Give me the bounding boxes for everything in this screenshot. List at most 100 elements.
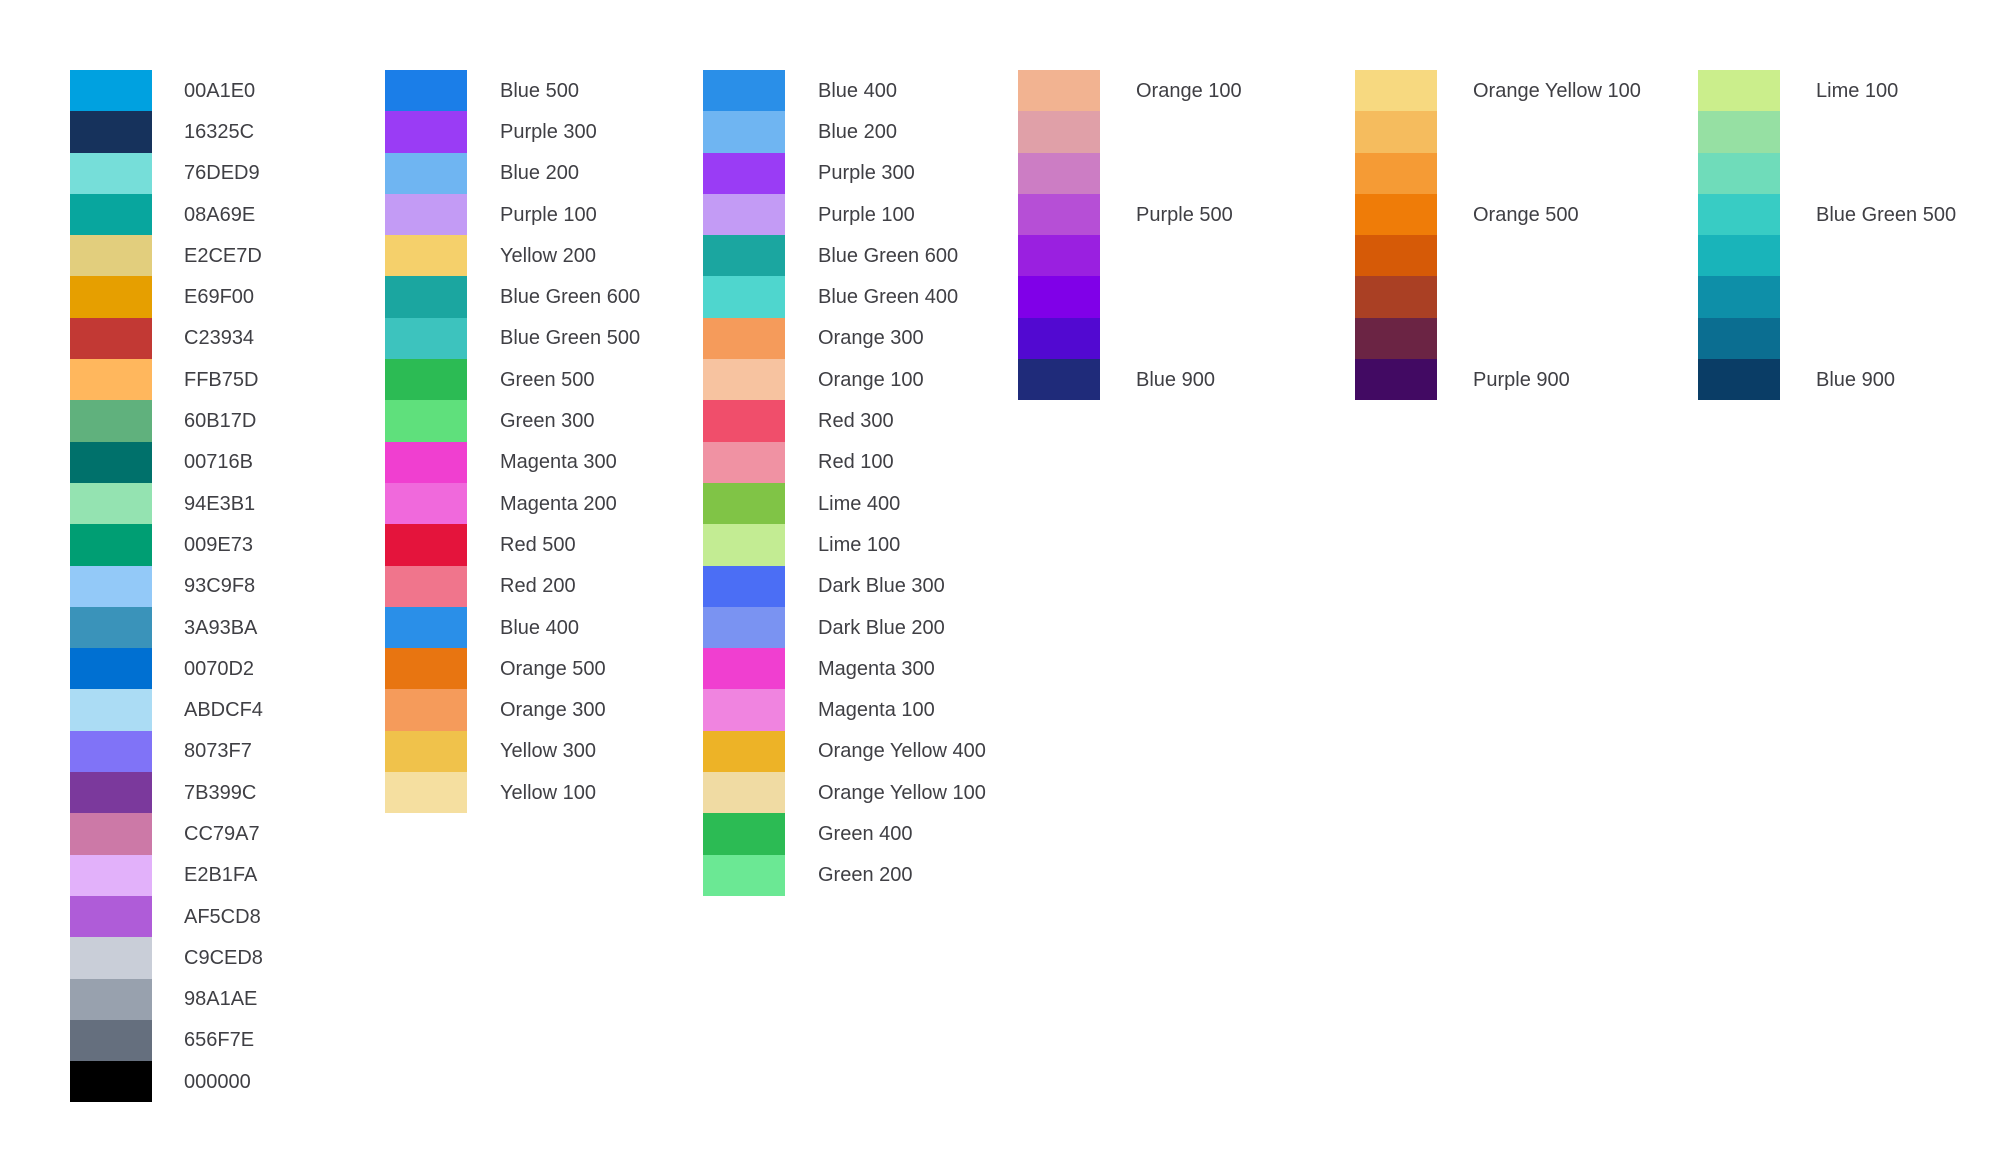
swatch-row[interactable]: Blue Green 500: [1698, 194, 1956, 235]
swatch-row[interactable]: [1018, 276, 1242, 317]
color-swatch[interactable]: [1698, 276, 1780, 317]
swatch-row[interactable]: [1018, 111, 1242, 152]
color-swatch[interactable]: [1355, 70, 1437, 111]
color-swatch[interactable]: [385, 731, 467, 772]
color-swatch[interactable]: [703, 318, 785, 359]
color-swatch[interactable]: [1355, 235, 1437, 276]
swatch-row[interactable]: Green 500: [385, 359, 640, 400]
color-swatch[interactable]: [70, 235, 152, 276]
swatch-row[interactable]: Blue 500: [385, 70, 640, 111]
color-swatch[interactable]: [1355, 359, 1437, 400]
swatch-row[interactable]: [1698, 235, 1956, 276]
swatch-row[interactable]: 16325C: [70, 111, 263, 152]
swatch-row[interactable]: Yellow 300: [385, 731, 640, 772]
swatch-row[interactable]: 8073F7: [70, 731, 263, 772]
swatch-row[interactable]: Red 300: [703, 400, 986, 441]
color-swatch[interactable]: [70, 70, 152, 111]
swatch-row[interactable]: Blue 400: [385, 607, 640, 648]
swatch-row[interactable]: Red 100: [703, 442, 986, 483]
color-swatch[interactable]: [703, 855, 785, 896]
color-swatch[interactable]: [703, 442, 785, 483]
color-swatch[interactable]: [70, 524, 152, 565]
color-swatch[interactable]: [385, 524, 467, 565]
color-swatch[interactable]: [385, 648, 467, 689]
color-swatch[interactable]: [1018, 359, 1100, 400]
color-swatch[interactable]: [703, 689, 785, 730]
color-swatch[interactable]: [385, 194, 467, 235]
swatch-row[interactable]: Red 200: [385, 566, 640, 607]
color-swatch[interactable]: [70, 111, 152, 152]
color-swatch[interactable]: [1355, 111, 1437, 152]
color-swatch[interactable]: [703, 400, 785, 441]
color-swatch[interactable]: [1698, 111, 1780, 152]
swatch-row[interactable]: [1355, 235, 1641, 276]
color-swatch[interactable]: [70, 896, 152, 937]
swatch-row[interactable]: Green 200: [703, 855, 986, 896]
color-swatch[interactable]: [1698, 235, 1780, 276]
color-swatch[interactable]: [385, 442, 467, 483]
color-swatch[interactable]: [385, 153, 467, 194]
swatch-row[interactable]: Blue 900: [1698, 359, 1956, 400]
color-swatch[interactable]: [1018, 276, 1100, 317]
color-swatch[interactable]: [70, 813, 152, 854]
color-swatch[interactable]: [703, 648, 785, 689]
color-swatch[interactable]: [385, 566, 467, 607]
swatch-row[interactable]: Purple 900: [1355, 359, 1641, 400]
color-swatch[interactable]: [70, 442, 152, 483]
color-swatch[interactable]: [1355, 318, 1437, 359]
color-swatch[interactable]: [1698, 359, 1780, 400]
swatch-row[interactable]: [1018, 153, 1242, 194]
swatch-row[interactable]: Blue 400: [703, 70, 986, 111]
swatch-row[interactable]: Orange Yellow 100: [1355, 70, 1641, 111]
swatch-row[interactable]: 60B17D: [70, 400, 263, 441]
color-swatch[interactable]: [1355, 194, 1437, 235]
color-swatch[interactable]: [703, 483, 785, 524]
color-swatch[interactable]: [385, 70, 467, 111]
color-swatch[interactable]: [1355, 276, 1437, 317]
color-swatch[interactable]: [70, 566, 152, 607]
swatch-row[interactable]: [1698, 153, 1956, 194]
swatch-row[interactable]: Magenta 200: [385, 483, 640, 524]
color-swatch[interactable]: [1698, 318, 1780, 359]
swatch-row[interactable]: Orange Yellow 400: [703, 731, 986, 772]
swatch-row[interactable]: [1355, 111, 1641, 152]
color-swatch[interactable]: [703, 359, 785, 400]
swatch-row[interactable]: Orange 300: [703, 318, 986, 359]
color-swatch[interactable]: [703, 524, 785, 565]
color-swatch[interactable]: [70, 194, 152, 235]
color-swatch[interactable]: [70, 689, 152, 730]
swatch-row[interactable]: Purple 100: [385, 194, 640, 235]
swatch-row[interactable]: [1698, 111, 1956, 152]
swatch-row[interactable]: Dark Blue 300: [703, 566, 986, 607]
color-swatch[interactable]: [703, 194, 785, 235]
color-swatch[interactable]: [70, 979, 152, 1020]
color-swatch[interactable]: [1698, 194, 1780, 235]
swatch-row[interactable]: 0070D2: [70, 648, 263, 689]
color-swatch[interactable]: [1018, 153, 1100, 194]
color-swatch[interactable]: [1698, 153, 1780, 194]
color-swatch[interactable]: [70, 483, 152, 524]
swatch-row[interactable]: 00716B: [70, 442, 263, 483]
swatch-row[interactable]: [1018, 235, 1242, 276]
swatch-row[interactable]: [1355, 276, 1641, 317]
color-swatch[interactable]: [703, 153, 785, 194]
swatch-row[interactable]: Purple 100: [703, 194, 986, 235]
swatch-row[interactable]: Blue Green 500: [385, 318, 640, 359]
swatch-row[interactable]: C23934: [70, 318, 263, 359]
color-swatch[interactable]: [385, 772, 467, 813]
color-swatch[interactable]: [70, 1020, 152, 1061]
color-swatch[interactable]: [70, 276, 152, 317]
swatch-row[interactable]: Orange 100: [703, 359, 986, 400]
swatch-row[interactable]: Orange 500: [1355, 194, 1641, 235]
swatch-row[interactable]: Blue 900: [1018, 359, 1242, 400]
color-swatch[interactable]: [385, 607, 467, 648]
color-swatch[interactable]: [70, 318, 152, 359]
swatch-row[interactable]: FFB75D: [70, 359, 263, 400]
swatch-row[interactable]: 94E3B1: [70, 483, 263, 524]
swatch-row[interactable]: 000000: [70, 1061, 263, 1102]
color-swatch[interactable]: [703, 607, 785, 648]
swatch-row[interactable]: Red 500: [385, 524, 640, 565]
color-swatch[interactable]: [1355, 153, 1437, 194]
color-swatch[interactable]: [70, 937, 152, 978]
swatch-row[interactable]: 7B399C: [70, 772, 263, 813]
